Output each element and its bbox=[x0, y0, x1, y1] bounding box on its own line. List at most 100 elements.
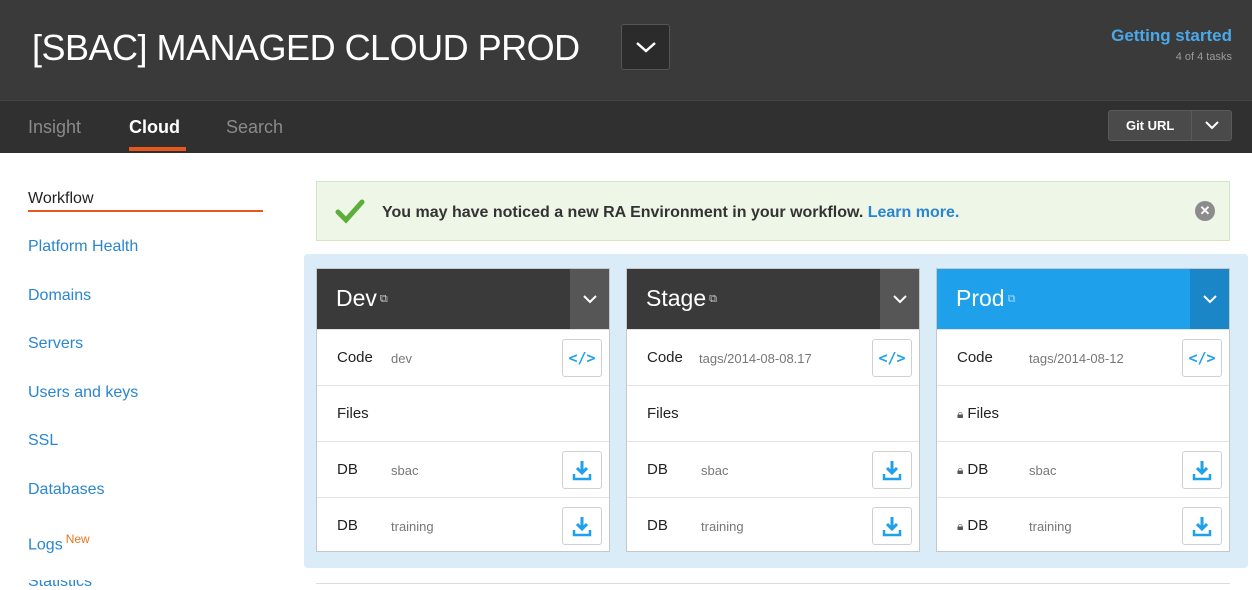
code-row: Code tags/2014-08-12 </> bbox=[937, 329, 1229, 385]
db-label: DB bbox=[967, 517, 989, 534]
lock-icon: 🔒︎ bbox=[957, 463, 964, 477]
chevron-down-icon bbox=[582, 294, 597, 303]
env-name[interactable]: Stage bbox=[646, 285, 706, 311]
env-menu-button[interactable] bbox=[1190, 269, 1229, 329]
db-name: training bbox=[701, 519, 744, 534]
db-name: sbac bbox=[1029, 463, 1057, 478]
db-row: 🔒︎ DB training bbox=[937, 497, 1229, 553]
db-label: DB bbox=[337, 461, 358, 478]
db-download-button[interactable] bbox=[872, 507, 912, 545]
db-download-button[interactable] bbox=[1182, 507, 1222, 545]
sidebar-item-logs[interactable]: Logs New bbox=[28, 532, 90, 554]
db-name: sbac bbox=[391, 463, 419, 478]
env-header[interactable]: Dev ⧉ bbox=[317, 269, 609, 329]
files-label: Files bbox=[967, 405, 1000, 422]
sidebar-item-ssl[interactable]: SSL bbox=[28, 432, 58, 450]
close-icon[interactable]: ✕ bbox=[1195, 201, 1215, 221]
db-row: DB sbac bbox=[627, 441, 919, 497]
chevron-down-icon bbox=[635, 42, 656, 53]
notice-banner: You may have noticed a new RA Environmen… bbox=[316, 181, 1230, 241]
code-label: Code bbox=[337, 349, 373, 366]
sidebar-item-domains[interactable]: Domains bbox=[28, 287, 91, 305]
download-icon bbox=[1192, 517, 1212, 537]
code-row: Code dev </> bbox=[317, 329, 609, 385]
db-download-button[interactable] bbox=[1182, 451, 1222, 489]
sidebar-item-label: Logs bbox=[28, 536, 63, 554]
sidebar-item-platform-health[interactable]: Platform Health bbox=[28, 238, 138, 256]
files-label: Files bbox=[337, 405, 369, 422]
getting-started[interactable]: Getting started 4 of 4 tasks bbox=[1111, 26, 1232, 63]
sidebar-item-label: Statistics bbox=[28, 580, 93, 590]
code-label: Code bbox=[957, 349, 993, 366]
external-link-icon[interactable]: ⧉ bbox=[709, 293, 717, 305]
external-link-icon[interactable]: ⧉ bbox=[1008, 293, 1016, 305]
chevron-down-icon bbox=[1202, 294, 1217, 303]
download-icon bbox=[572, 517, 592, 537]
lock-icon: 🔒︎ bbox=[957, 407, 964, 421]
sidebar-item-servers[interactable]: Servers bbox=[28, 335, 83, 353]
sidebar-item-statistics[interactable]: Statistics bbox=[28, 580, 92, 590]
db-label: DB bbox=[647, 517, 668, 534]
tab-insight[interactable]: Insight bbox=[28, 117, 81, 138]
site-switcher-button[interactable] bbox=[621, 24, 670, 70]
db-download-button[interactable] bbox=[872, 451, 912, 489]
db-label: DB bbox=[337, 517, 358, 534]
db-row: 🔒︎ DB sbac bbox=[937, 441, 1229, 497]
env-header[interactable]: Stage ⧉ bbox=[627, 269, 919, 329]
files-label: Files bbox=[647, 405, 679, 422]
checkmark-icon bbox=[335, 199, 365, 224]
files-row: Files bbox=[627, 385, 919, 441]
git-url-dropdown[interactable] bbox=[1191, 111, 1231, 140]
sidebar-item-users-and-keys[interactable]: Users and keys bbox=[28, 384, 138, 402]
tab-cloud[interactable]: Cloud bbox=[129, 117, 180, 138]
env-menu-button[interactable] bbox=[570, 269, 609, 329]
notice-text: You may have noticed a new RA Environmen… bbox=[382, 204, 959, 222]
git-url-label: Git URL bbox=[1125, 118, 1175, 133]
lock-icon: 🔒︎ bbox=[957, 519, 964, 533]
code-icon: </> bbox=[1188, 349, 1216, 367]
db-name: training bbox=[391, 519, 434, 534]
code-value: tags/2014-08-12 bbox=[1029, 351, 1124, 366]
db-download-button[interactable] bbox=[562, 507, 602, 545]
db-row: DB training bbox=[317, 497, 609, 553]
env-menu-button[interactable] bbox=[880, 269, 919, 329]
main-nav: Insight Cloud Search bbox=[0, 100, 1252, 153]
db-row: DB sbac bbox=[317, 441, 609, 497]
sidebar-active-indicator bbox=[28, 210, 263, 212]
tab-search[interactable]: Search bbox=[226, 117, 283, 138]
git-url-button[interactable]: Git URL bbox=[1108, 110, 1232, 141]
env-card-prod: Prod ⧉ Code tags/2014-08-12 </> 🔒︎ Files 🔒… bbox=[936, 268, 1230, 552]
code-row: Code tags/2014-08-08.17 </> bbox=[627, 329, 919, 385]
db-name: sbac bbox=[701, 463, 729, 478]
code-value: dev bbox=[391, 351, 412, 366]
code-url-button[interactable]: </> bbox=[562, 339, 602, 377]
download-icon bbox=[882, 517, 902, 537]
new-badge: New bbox=[65, 532, 90, 546]
getting-started-progress: 4 of 4 tasks bbox=[1175, 51, 1232, 63]
code-icon: </> bbox=[878, 349, 906, 367]
db-name: training bbox=[1029, 519, 1072, 534]
site-title: [SBAC] MANAGED CLOUD PROD bbox=[32, 27, 580, 68]
getting-started-link[interactable]: Getting started bbox=[1111, 26, 1232, 46]
sidebar-item-workflow[interactable]: Workflow bbox=[28, 190, 94, 208]
external-link-icon[interactable]: ⧉ bbox=[380, 293, 388, 305]
db-row: DB training bbox=[627, 497, 919, 553]
code-url-button[interactable]: </> bbox=[1182, 339, 1222, 377]
download-icon bbox=[882, 461, 902, 481]
env-name[interactable]: Prod bbox=[956, 285, 1005, 311]
code-url-button[interactable]: </> bbox=[872, 339, 912, 377]
env-card-dev: Dev ⧉ Code dev </> Files DB sbac DB train… bbox=[316, 268, 610, 552]
learn-more-link[interactable]: Learn more. bbox=[868, 204, 960, 221]
chevron-down-icon bbox=[892, 294, 907, 303]
env-name[interactable]: Dev bbox=[336, 285, 377, 311]
download-icon bbox=[572, 461, 592, 481]
env-header[interactable]: Prod ⧉ bbox=[937, 269, 1229, 329]
files-row: Files bbox=[317, 385, 609, 441]
code-value: tags/2014-08-08.17 bbox=[699, 351, 812, 366]
db-label: DB bbox=[967, 461, 989, 478]
notice-message: You may have noticed a new RA Environmen… bbox=[382, 204, 864, 221]
db-download-button[interactable] bbox=[562, 451, 602, 489]
top-header: [SBAC] MANAGED CLOUD PROD Getting starte… bbox=[0, 0, 1252, 100]
active-tab-indicator bbox=[129, 147, 186, 151]
sidebar-item-databases[interactable]: Databases bbox=[28, 481, 105, 499]
